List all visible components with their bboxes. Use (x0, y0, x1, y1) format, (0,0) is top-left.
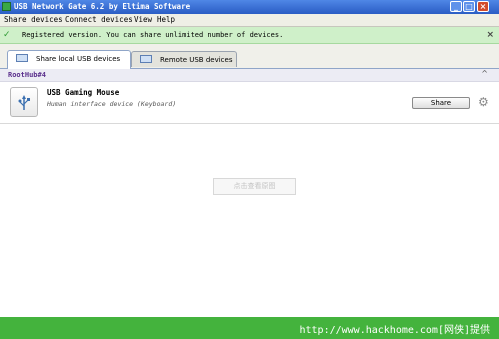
footer-bar: http://www.hackhome.com[网侠]提供 (0, 317, 499, 339)
menu-share-devices[interactable]: Share devices (4, 15, 63, 24)
window-title: USB Network Gate 6.2 by Eltima Software (14, 2, 191, 11)
menu-help[interactable]: Help (157, 15, 175, 24)
tab-label: Share local USB devices (36, 55, 121, 63)
minimize-button[interactable]: _ (450, 1, 462, 12)
tab-label: Remote USB devices (160, 56, 233, 64)
usb-icon (10, 87, 38, 117)
tab-share-local[interactable]: Share local USB devices (7, 50, 131, 69)
app-icon (2, 2, 11, 11)
device-description: Human interface device (Keyboard) (47, 100, 177, 108)
tab-bar: Share local USB devices Remote USB devic… (0, 44, 499, 69)
network-monitor-icon (140, 55, 152, 63)
view-original-hint[interactable]: 点击查看原图 (213, 178, 296, 195)
maximize-button[interactable]: □ (463, 1, 475, 12)
close-icon[interactable]: × (486, 30, 494, 40)
menu-bar: Share devices Connect devices View Help (0, 14, 499, 27)
device-row[interactable]: USB Gaming Mouse Human interface device … (0, 83, 499, 124)
gear-icon[interactable]: ⚙ (478, 96, 491, 109)
check-icon: ✓ (3, 30, 11, 40)
close-button[interactable]: × (477, 1, 489, 12)
group-title: RootHub#4 (8, 71, 46, 79)
notice-text: Registered version. You can share unlimi… (22, 31, 284, 39)
registration-notice: ✓ Registered version. You can share unli… (0, 27, 499, 44)
menu-view[interactable]: View (134, 15, 152, 24)
share-button[interactable]: Share (412, 97, 470, 109)
device-name: USB Gaming Mouse (47, 88, 120, 97)
group-header[interactable]: RootHub#4 ^ (0, 69, 499, 82)
monitor-icon (16, 54, 28, 62)
tab-remote[interactable]: Remote USB devices (131, 51, 237, 67)
chevron-up-icon[interactable]: ^ (481, 69, 488, 78)
footer-text: http://www.hackhome.com[网侠]提供 (299, 325, 490, 336)
menu-connect-devices[interactable]: Connect devices (65, 15, 133, 24)
title-bar: USB Network Gate 6.2 by Eltima Software … (0, 0, 499, 14)
